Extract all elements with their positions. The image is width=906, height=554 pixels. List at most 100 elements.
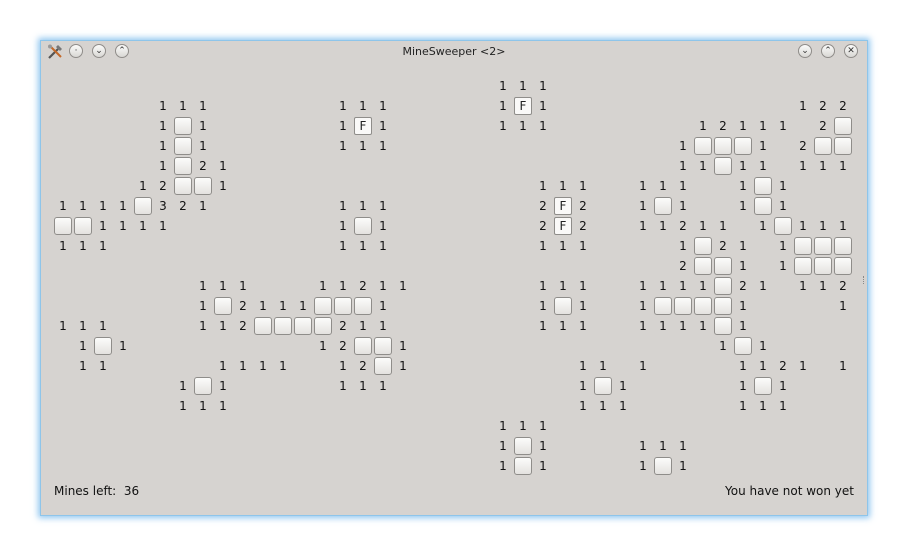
covered-cell[interactable]	[253, 316, 273, 336]
covered-cell-button[interactable]	[654, 197, 672, 215]
covered-cell-button[interactable]	[314, 297, 332, 315]
covered-cell[interactable]	[813, 236, 833, 256]
covered-cell-button[interactable]	[174, 177, 192, 195]
covered-cell[interactable]	[713, 296, 733, 316]
covered-cell-button[interactable]	[834, 237, 852, 255]
covered-cell[interactable]	[593, 376, 613, 396]
covered-cell-button[interactable]	[194, 177, 212, 195]
covered-cell-button[interactable]	[694, 297, 712, 315]
flagged-cell[interactable]: F	[353, 116, 373, 136]
covered-cell[interactable]	[553, 296, 573, 316]
covered-cell-button[interactable]	[174, 137, 192, 155]
covered-cell[interactable]	[353, 336, 373, 356]
resize-grip[interactable]	[863, 276, 866, 284]
covered-cell[interactable]	[713, 156, 733, 176]
covered-cell-button[interactable]	[374, 357, 392, 375]
covered-cell-button[interactable]	[754, 197, 772, 215]
covered-cell-button[interactable]	[714, 157, 732, 175]
covered-cell-button[interactable]	[514, 457, 532, 475]
covered-cell-button[interactable]	[174, 157, 192, 175]
covered-cell-button[interactable]	[714, 257, 732, 275]
covered-cell[interactable]	[713, 136, 733, 156]
covered-cell[interactable]	[213, 296, 233, 316]
covered-cell-button[interactable]	[594, 377, 612, 395]
covered-cell-button[interactable]	[774, 217, 792, 235]
covered-cell[interactable]	[173, 116, 193, 136]
covered-cell-button[interactable]	[314, 317, 332, 335]
covered-cell[interactable]	[753, 176, 773, 196]
covered-cell[interactable]	[173, 136, 193, 156]
covered-cell[interactable]	[833, 236, 853, 256]
covered-cell[interactable]	[313, 296, 333, 316]
covered-cell-button[interactable]	[514, 437, 532, 455]
covered-cell[interactable]	[333, 296, 353, 316]
flagged-cell[interactable]: F	[553, 216, 573, 236]
covered-cell[interactable]	[753, 376, 773, 396]
covered-cell-button[interactable]	[254, 317, 272, 335]
covered-cell[interactable]	[173, 156, 193, 176]
covered-cell-button[interactable]	[814, 137, 832, 155]
covered-cell-button[interactable]	[754, 377, 772, 395]
covered-cell-button[interactable]	[74, 217, 92, 235]
covered-cell[interactable]	[73, 216, 93, 236]
covered-cell[interactable]	[273, 316, 293, 336]
covered-cell-button[interactable]	[654, 457, 672, 475]
covered-cell-button[interactable]	[714, 137, 732, 155]
covered-cell[interactable]	[733, 336, 753, 356]
covered-cell[interactable]	[353, 216, 373, 236]
covered-cell-button[interactable]	[694, 237, 712, 255]
covered-cell-button[interactable]	[354, 337, 372, 355]
flag-marker[interactable]: F	[554, 217, 572, 235]
covered-cell[interactable]	[173, 176, 193, 196]
flag-marker[interactable]: F	[514, 97, 532, 115]
covered-cell[interactable]	[693, 256, 713, 276]
covered-cell-button[interactable]	[734, 337, 752, 355]
title-bar[interactable]: · ⌄ ⌃ MineSweeper <2> ⌄ ⌃ ✕	[41, 41, 867, 63]
flag-marker[interactable]: F	[554, 197, 572, 215]
covered-cell[interactable]	[673, 296, 693, 316]
covered-cell[interactable]	[813, 136, 833, 156]
covered-cell-button[interactable]	[694, 137, 712, 155]
covered-cell[interactable]	[833, 116, 853, 136]
flag-marker[interactable]: F	[354, 117, 372, 135]
covered-cell-button[interactable]	[134, 197, 152, 215]
covered-cell-button[interactable]	[714, 277, 732, 295]
covered-cell[interactable]	[53, 216, 73, 236]
covered-cell-button[interactable]	[274, 317, 292, 335]
covered-cell-button[interactable]	[654, 297, 672, 315]
covered-cell[interactable]	[793, 256, 813, 276]
maximize-button[interactable]: ⌃	[821, 44, 835, 58]
flagged-cell[interactable]: F	[513, 96, 533, 116]
covered-cell-button[interactable]	[814, 257, 832, 275]
covered-cell-button[interactable]	[834, 257, 852, 275]
covered-cell[interactable]	[653, 296, 673, 316]
covered-cell[interactable]	[293, 316, 313, 336]
covered-cell-button[interactable]	[694, 257, 712, 275]
covered-cell-button[interactable]	[174, 117, 192, 135]
covered-cell[interactable]	[813, 256, 833, 276]
covered-cell[interactable]	[693, 296, 713, 316]
covered-cell[interactable]	[93, 336, 113, 356]
covered-cell-button[interactable]	[294, 317, 312, 335]
covered-cell-button[interactable]	[214, 297, 232, 315]
covered-cell-button[interactable]	[734, 137, 752, 155]
covered-cell-button[interactable]	[714, 297, 732, 315]
covered-cell-button[interactable]	[194, 377, 212, 395]
covered-cell[interactable]	[713, 256, 733, 276]
covered-cell-button[interactable]	[374, 337, 392, 355]
covered-cell-button[interactable]	[674, 297, 692, 315]
covered-cell[interactable]	[793, 236, 813, 256]
covered-cell[interactable]	[373, 336, 393, 356]
covered-cell[interactable]	[713, 316, 733, 336]
covered-cell[interactable]	[353, 296, 373, 316]
covered-cell[interactable]	[693, 136, 713, 156]
covered-cell[interactable]	[653, 456, 673, 476]
minimize-button[interactable]: ⌄	[798, 44, 812, 58]
covered-cell[interactable]	[313, 316, 333, 336]
covered-cell[interactable]	[513, 456, 533, 476]
covered-cell[interactable]	[193, 376, 213, 396]
covered-cell[interactable]	[513, 436, 533, 456]
covered-cell[interactable]	[713, 276, 733, 296]
covered-cell-button[interactable]	[334, 297, 352, 315]
covered-cell-button[interactable]	[834, 137, 852, 155]
